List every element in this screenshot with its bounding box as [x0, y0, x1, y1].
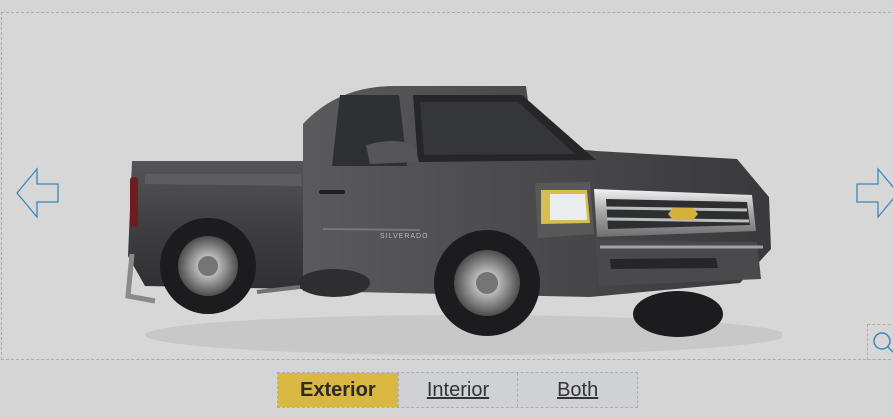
- vehicle-viewer: SILVERADO Exterior Interior Both: [0, 0, 893, 418]
- left-arrow-icon: [16, 167, 59, 219]
- image-stage: SILVERADO: [1, 12, 893, 360]
- zoom-button[interactable]: [867, 324, 893, 360]
- svg-text:SILVERADO: SILVERADO: [380, 233, 429, 240]
- interior-tab[interactable]: Interior: [397, 373, 518, 407]
- previous-image-button[interactable]: [15, 167, 61, 219]
- pickup-truck-image: SILVERADO: [125, 86, 782, 355]
- view-tabs: Exterior Interior Both: [277, 372, 638, 408]
- both-tab[interactable]: Both: [517, 373, 638, 407]
- exterior-tab[interactable]: Exterior: [278, 373, 398, 407]
- right-arrow-icon: [856, 167, 893, 219]
- search-icon: [873, 332, 893, 354]
- next-image-button[interactable]: [854, 167, 893, 219]
